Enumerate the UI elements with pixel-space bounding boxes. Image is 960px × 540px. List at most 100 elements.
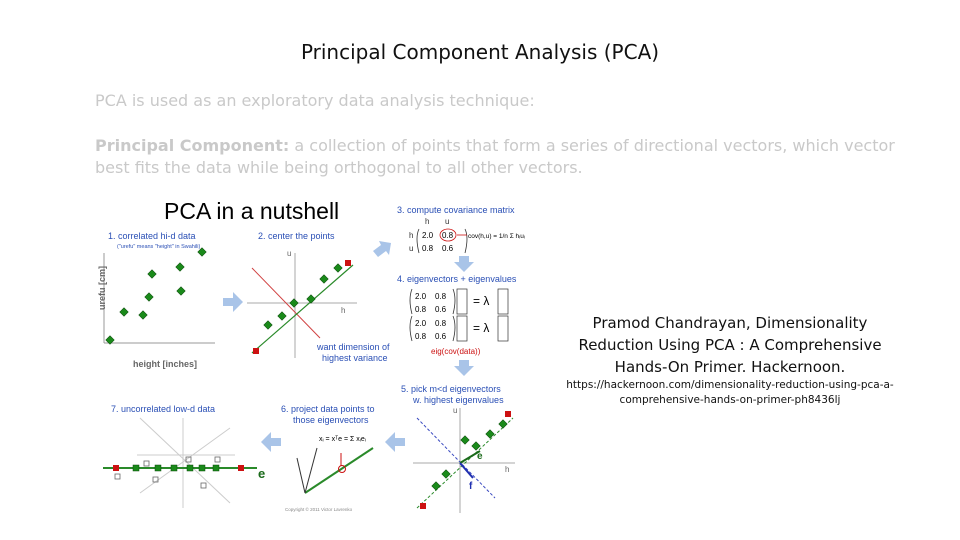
- step1-y-label: urefu [cm]: [97, 266, 107, 310]
- step7-original-points: [114, 456, 221, 489]
- data-point: [214, 456, 221, 463]
- data-point: [170, 464, 178, 472]
- red-point: [238, 465, 244, 471]
- step4-a22b: 0.6: [435, 332, 447, 341]
- step3-col-h: h: [425, 217, 429, 226]
- step4-vector-f2: [497, 315, 509, 342]
- step4-a11b: 2.0: [415, 319, 427, 328]
- data-point: [460, 435, 470, 445]
- data-point: [263, 320, 273, 330]
- step3-m12: 0.8: [442, 231, 454, 240]
- step5-f-vector: [459, 462, 474, 479]
- red-point: [505, 411, 511, 417]
- flow-arrow-icon: [454, 360, 474, 376]
- data-point: [147, 269, 157, 279]
- data-point: [485, 429, 495, 439]
- step4-eig: eig(cov(data)): [431, 347, 481, 356]
- data-point: [333, 263, 343, 273]
- data-point: [143, 460, 150, 467]
- data-point: [200, 482, 207, 489]
- pca-figure: PCA in a nutshell 1. correlated hi-d dat…: [95, 193, 550, 518]
- step2-green-line: [251, 264, 354, 354]
- step2-axis-h: h: [341, 306, 345, 315]
- data-point: [441, 469, 451, 479]
- step4-a12: 0.8: [435, 292, 447, 301]
- step6-y-vector: [296, 457, 306, 494]
- step3-m21: 0.8: [422, 244, 434, 253]
- data-point: [132, 464, 140, 472]
- step6-copyright: Copyright © 2011 Victor Lavrenko: [285, 506, 353, 512]
- step5-title-2: w. highest eigenvalues: [412, 395, 504, 405]
- step6-title-2: those eigenvectors: [293, 415, 369, 425]
- data-point: [498, 419, 508, 429]
- red-point: [253, 348, 259, 354]
- step4-a21b: 0.8: [415, 332, 427, 341]
- data-point: [119, 307, 129, 317]
- data-point: [319, 274, 329, 284]
- step5-points: [431, 419, 508, 491]
- citation-url[interactable]: https://hackernoon.com/dimensionality-re…: [560, 378, 900, 408]
- flow-arrow-icon: [261, 432, 281, 452]
- flow-arrow-icon: [385, 432, 405, 452]
- data-point: [138, 310, 148, 320]
- step4-lambda-f: = λ: [473, 321, 489, 335]
- step3-row-h: h: [409, 231, 413, 240]
- step6-title-1: 6. project data points to: [281, 404, 375, 414]
- data-point: [289, 298, 299, 308]
- data-point: [306, 294, 316, 304]
- step3-col-u: u: [445, 217, 449, 226]
- step4-a12b: 0.8: [435, 319, 447, 328]
- step4-a21: 0.8: [415, 305, 427, 314]
- step5-axis-h: h: [505, 465, 509, 474]
- step7-axis-diag2: [139, 417, 231, 504]
- red-point: [345, 260, 351, 266]
- step7-e: e: [258, 466, 265, 481]
- step7-title: 7. uncorrelated low-d data: [111, 404, 215, 414]
- flow-arrow-icon: [454, 256, 474, 272]
- step5-blue-dashed: [416, 417, 496, 499]
- step2-note-1: want dimension of: [316, 342, 390, 352]
- step2-axis-u: u: [287, 249, 291, 258]
- step3-m22: 0.6: [442, 244, 454, 253]
- step4-a11: 2.0: [415, 292, 427, 301]
- step2-points: [263, 263, 343, 330]
- red-point: [420, 503, 426, 509]
- step5-e: e: [477, 451, 483, 462]
- data-point: [431, 481, 441, 491]
- step1-points: [105, 247, 207, 345]
- data-point: [212, 464, 220, 472]
- data-point: [175, 262, 185, 272]
- step1-x-label: height [inches]: [133, 359, 197, 369]
- step4-a22: 0.6: [435, 305, 447, 314]
- data-point: [114, 473, 121, 480]
- flow-arrow-icon: [373, 241, 391, 257]
- intro-text: PCA is used as an exploratory data analy…: [95, 91, 535, 110]
- step1-title: 1. correlated hi-d data: [108, 231, 196, 241]
- step4-vector-e: [456, 288, 468, 315]
- figure-heading: PCA in a nutshell: [164, 198, 339, 224]
- flow-arrow-icon: [223, 292, 243, 312]
- data-point: [198, 464, 206, 472]
- step4-title: 4. eigenvectors + eigenvalues: [397, 274, 517, 284]
- pca-figure-svg: PCA in a nutshell 1. correlated hi-d dat…: [97, 198, 525, 513]
- step3-m11: 2.0: [422, 231, 434, 240]
- step4-vector-e2: [497, 288, 509, 315]
- citation-text: Pramod Chandrayan, Dimensionality Reduct…: [578, 314, 882, 376]
- step3-row-u: u: [409, 244, 413, 253]
- step2-title: 2. center the points: [258, 231, 335, 241]
- definition-term: Principal Component:: [95, 136, 290, 155]
- step1-note: ("urefu" means "height" in Swahili): [117, 244, 200, 250]
- data-point: [186, 464, 194, 472]
- step5-axis-u: u: [453, 406, 457, 415]
- step4-lambda-e: = λ: [473, 294, 489, 308]
- step3-formula: cov(h,u) = 1/n Σ hᵢuᵢ: [468, 233, 525, 240]
- step5-title-1: 5. pick m<d eigenvectors: [401, 384, 501, 394]
- data-point: [471, 441, 481, 451]
- step6-formula: xᵢ = xᵀe = Σ xᵢeᵢ: [319, 436, 366, 443]
- definition-paragraph: Principal Component: a collection of poi…: [95, 135, 895, 179]
- step4-vector-f: [456, 315, 468, 342]
- data-point: [144, 292, 154, 302]
- data-point: [176, 286, 186, 296]
- red-point: [113, 465, 119, 471]
- data-point: [154, 464, 162, 472]
